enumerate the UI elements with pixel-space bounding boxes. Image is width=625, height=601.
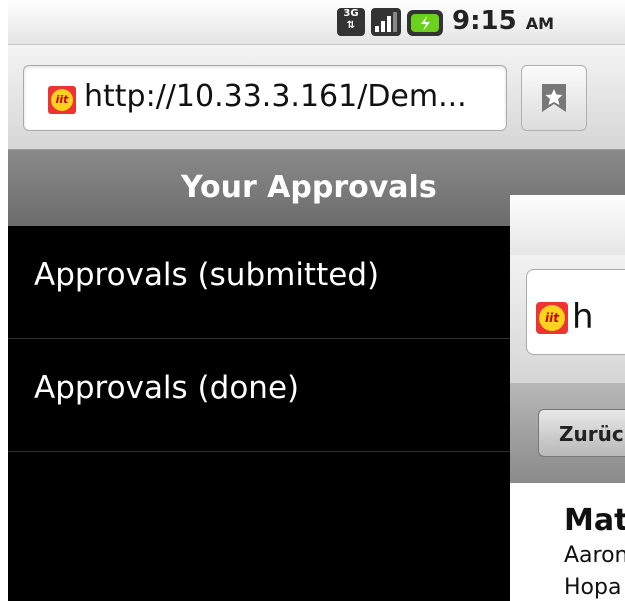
overlay-status-bar (510, 195, 625, 255)
status-clock: 9:15 AM (452, 6, 555, 36)
overlay-line-2: Hopa (564, 575, 622, 600)
menu-item-label: Approvals (done) (34, 370, 300, 406)
overlay-title: Mat (564, 503, 625, 538)
overlay-site-favicon-icon: iit (536, 302, 568, 334)
site-favicon-icon: iit (48, 86, 76, 114)
url-text: http://10.33.3.161/Dem... (84, 79, 467, 114)
overlay-line-1: Aaron (564, 543, 625, 568)
signal-strength-icon (371, 8, 401, 36)
back-button[interactable]: Zurüc (538, 409, 625, 457)
overlapping-screen: iit h Zurüc Mat Aaron Hopa (510, 195, 625, 601)
battery-charging-icon (407, 10, 443, 36)
bookmark-button[interactable] (521, 65, 587, 131)
url-field[interactable]: iit http://10.33.3.161/Dem... (23, 65, 507, 131)
overlay-url-text: h (572, 297, 594, 337)
overlay-content: Mat Aaron Hopa (510, 483, 625, 601)
overlay-nav-bar: Zurüc (510, 383, 625, 483)
overlay-browser-toolbar: iit h (510, 255, 625, 384)
phone-screen: 3G ⇅ 9:15 AM iit http://10.33.3.161/Dem.… (8, 0, 625, 601)
page-title: Your Approvals (181, 170, 437, 205)
menu-item-label: Approvals (submitted) (34, 257, 380, 293)
network-type: 3G (343, 8, 359, 19)
browser-toolbar: iit http://10.33.3.161/Dem... (8, 45, 625, 150)
bookmark-star-icon (542, 84, 566, 112)
status-bar: 3G ⇅ 9:15 AM (8, 0, 625, 45)
3g-data-icon: 3G ⇅ (337, 8, 365, 36)
